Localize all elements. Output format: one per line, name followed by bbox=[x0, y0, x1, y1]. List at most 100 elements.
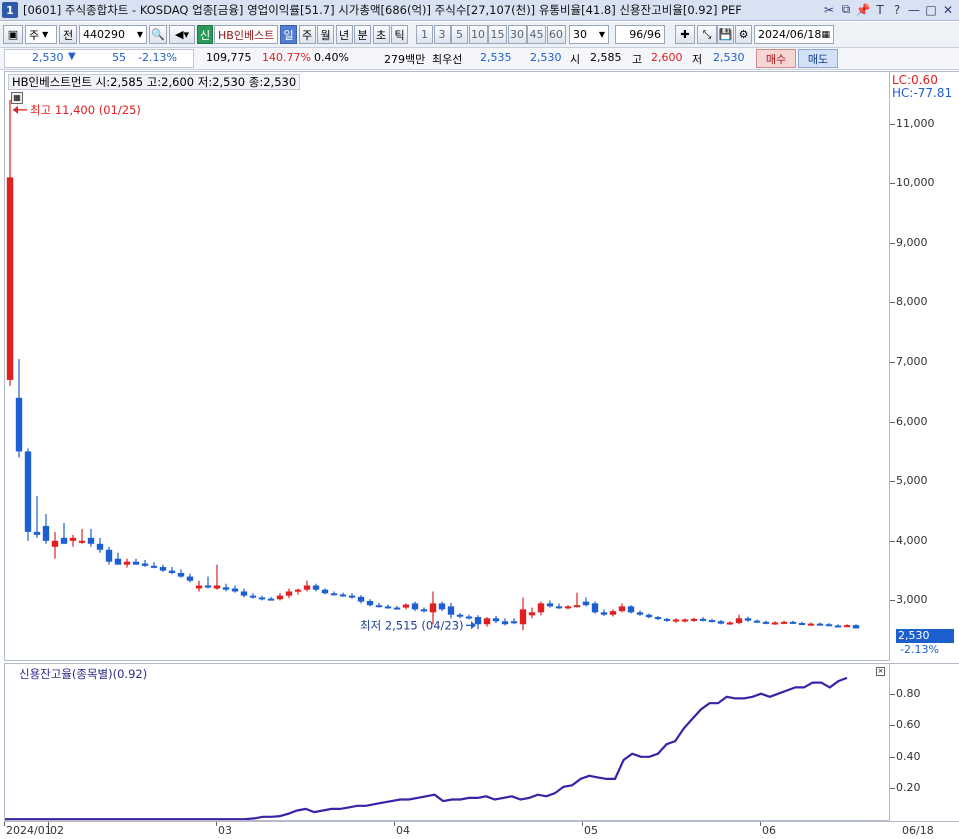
candle bbox=[420, 607, 428, 613]
tab-period[interactable]: 초 bbox=[372, 25, 390, 44]
candle-body bbox=[339, 594, 347, 597]
candle-body bbox=[465, 616, 473, 619]
y-tick-mark bbox=[890, 693, 895, 695]
help-icon[interactable]: ? bbox=[890, 2, 904, 17]
sell-button[interactable]: 매도 bbox=[798, 49, 838, 68]
candle bbox=[762, 620, 770, 625]
window-number-icon[interactable]: 1 bbox=[2, 2, 18, 18]
candle-body bbox=[384, 606, 392, 609]
tab-minute[interactable]: 15 bbox=[488, 25, 507, 44]
scissors-icon[interactable]: ✂ bbox=[822, 2, 836, 17]
y-tick-label: 7,000 bbox=[896, 355, 928, 369]
tab-minute[interactable]: 5 bbox=[451, 25, 468, 44]
candle-body bbox=[78, 540, 86, 543]
all-button[interactable]: 전 bbox=[59, 25, 77, 44]
candle bbox=[33, 496, 41, 538]
font-icon[interactable]: T bbox=[873, 2, 887, 17]
tab-period[interactable]: 년 bbox=[335, 25, 353, 44]
gear-icon[interactable]: ⚙ bbox=[735, 25, 752, 44]
tab-period[interactable]: 주 bbox=[298, 25, 316, 44]
candle-body bbox=[213, 585, 221, 589]
pin-icon[interactable]: 📌 bbox=[856, 2, 871, 17]
candle-body bbox=[159, 567, 167, 571]
low-value: 2,530 bbox=[713, 51, 745, 64]
credit-ratio-chart[interactable]: 신용잔고율(종목별)(0.92) × bbox=[4, 663, 890, 821]
candle-body bbox=[33, 531, 41, 535]
y-tick-label: 10,000 bbox=[896, 176, 935, 190]
maximize-icon[interactable]: □ bbox=[924, 2, 938, 17]
close-icon[interactable]: ✕ bbox=[941, 2, 955, 17]
y-tick-label: 0.60 bbox=[896, 718, 921, 732]
date-axis-end: 06/18 bbox=[890, 821, 959, 839]
candle bbox=[24, 448, 32, 541]
period-select[interactable]: 주 ▼ bbox=[25, 25, 57, 44]
crosshair-icon[interactable]: ✚ bbox=[675, 25, 695, 44]
candle bbox=[375, 602, 383, 608]
current-price-tag: 2,530 bbox=[896, 629, 954, 643]
chevron-down-icon: ▼ bbox=[598, 30, 605, 39]
date-field[interactable]: 2024/06/18 ▦ bbox=[754, 25, 834, 44]
candle-body bbox=[762, 621, 770, 624]
tab-minute[interactable]: 30 bbox=[507, 25, 527, 44]
x-tick-label: 2024/01 bbox=[6, 824, 52, 837]
candle bbox=[645, 613, 653, 619]
tab-minute[interactable]: 45 bbox=[527, 25, 546, 44]
tab-period[interactable]: 분 bbox=[354, 25, 371, 44]
candle-body bbox=[366, 601, 374, 606]
save-icon[interactable]: 💾 bbox=[717, 25, 734, 44]
candle-body bbox=[573, 605, 581, 608]
candle bbox=[96, 537, 104, 553]
tab-minute[interactable]: 1 bbox=[416, 25, 433, 44]
close-panel-icon[interactable]: × bbox=[876, 667, 885, 676]
candle-body bbox=[474, 617, 482, 625]
restore-window-icon[interactable]: ⧉ bbox=[839, 2, 853, 17]
search-icon[interactable]: 🔍 bbox=[149, 25, 167, 44]
zoom-icon[interactable]: ⤡ bbox=[697, 25, 717, 44]
candle bbox=[564, 605, 572, 610]
candle bbox=[249, 593, 257, 599]
high-label: 고 bbox=[632, 53, 643, 66]
tab-period[interactable]: 틱 bbox=[391, 25, 408, 44]
candle-body bbox=[834, 625, 842, 628]
layout-icon[interactable]: ▣ bbox=[3, 25, 23, 44]
candle-body bbox=[600, 612, 608, 615]
y-tick-mark bbox=[890, 540, 895, 542]
candle bbox=[753, 619, 761, 624]
y-tick-label: 4,000 bbox=[896, 533, 928, 547]
candle-body bbox=[447, 606, 455, 615]
stock-name-field[interactable]: HB인베스트 bbox=[214, 25, 278, 44]
y-tick-mark bbox=[890, 183, 895, 185]
date-end-label: 06/18 bbox=[902, 824, 934, 837]
candle-body bbox=[393, 607, 401, 610]
candle bbox=[519, 597, 527, 631]
candle bbox=[6, 99, 14, 386]
candle bbox=[222, 583, 230, 592]
tab-period[interactable]: 월 bbox=[317, 25, 334, 44]
minimize-icon[interactable]: — bbox=[907, 2, 921, 17]
tab-minute[interactable]: 60 bbox=[546, 25, 566, 44]
candle bbox=[357, 595, 365, 604]
candle-body bbox=[555, 606, 563, 609]
count-field[interactable]: 96/96 bbox=[615, 25, 665, 44]
candle bbox=[852, 624, 860, 629]
candle bbox=[168, 567, 176, 575]
y-tick-mark bbox=[890, 302, 895, 304]
candle-body bbox=[564, 606, 572, 609]
candle bbox=[780, 620, 788, 625]
buy-button[interactable]: 매수 bbox=[756, 49, 796, 68]
candle-body bbox=[789, 621, 797, 624]
volume-ratio: 140.77% bbox=[262, 51, 311, 64]
minute-select[interactable]: 30 ▼ bbox=[569, 25, 609, 44]
tab-period[interactable]: 일 bbox=[280, 25, 297, 44]
candle bbox=[294, 588, 302, 595]
candle-body bbox=[348, 595, 356, 598]
tab-minute[interactable]: 10 bbox=[468, 25, 488, 44]
candle bbox=[159, 564, 167, 572]
candle-body bbox=[15, 397, 23, 452]
tab-minute[interactable]: 3 bbox=[433, 25, 451, 44]
sound-icon[interactable]: ◀▾ bbox=[169, 25, 195, 44]
credit-plot bbox=[5, 676, 848, 820]
code-input[interactable]: 440290 ▼ bbox=[79, 25, 147, 44]
price-chart[interactable]: HB인베스트먼트 시:2,585 고:2,600 저:2,530 종:2,530… bbox=[4, 71, 890, 661]
current-price: 2,530 bbox=[32, 51, 64, 64]
